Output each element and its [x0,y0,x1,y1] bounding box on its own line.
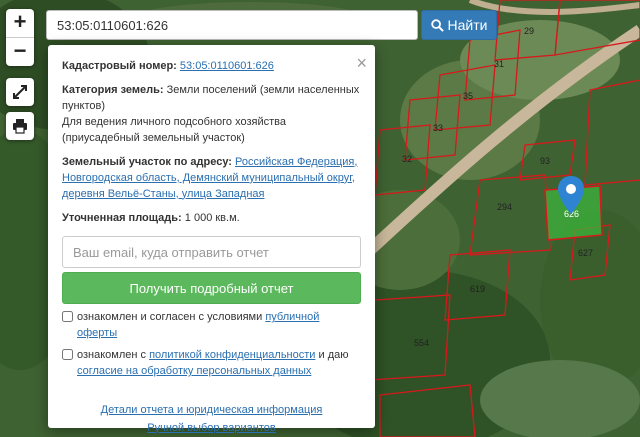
print-button[interactable] [6,112,34,140]
area-label: Уточненная площадь: [62,211,182,224]
usage-value: Для ведения личного подсобного хозяйства… [62,115,286,144]
area-row: Уточненная площадь: 1 000 кв.м. [62,211,361,227]
parcel-label-93: 93 [540,156,550,166]
zoom-in-button[interactable]: + [6,9,34,37]
parcel-label-554: 554 [414,338,429,348]
fullscreen-button[interactable] [6,78,34,106]
category-label: Категория земель: [62,83,164,96]
parcel-label-32: 32 [402,154,412,164]
get-report-button[interactable]: Получить подробный отчет [62,272,361,305]
email-field[interactable] [62,236,361,269]
area-value: 1 000 кв.м. [184,211,240,224]
category-row: Категория земель: Земли поселений (земли… [62,83,361,147]
expand-icon [13,85,27,99]
offer-consent-checkbox[interactable] [62,311,73,323]
offer-consent: ознакомлен и согласен с условиями публич… [62,310,361,342]
privacy-consent: ознакомлен с политикой конфиденциальност… [62,348,361,380]
privacy-consent-text-2: и даю [318,349,349,362]
personal-data-consent-link[interactable]: согласие на обработку персональных данны… [77,365,311,377]
parcel-label-294: 294 [497,202,512,212]
search-icon [430,18,444,32]
find-button-label: Найти [447,17,488,33]
zoom-control: + − [6,9,34,66]
zoom-out-button[interactable]: − [6,37,34,66]
find-button[interactable]: Найти [421,10,497,40]
parcel-label-29: 29 [524,26,534,36]
search-input[interactable] [46,10,418,40]
parcel-label-33: 33 [433,123,443,133]
printer-icon [13,119,27,134]
parcel-info-popup: × Кадастровый номер: 53:05:0110601:626 К… [48,45,375,434]
privacy-consent-text: ознакомлен с [77,349,147,362]
footer-links: Детали отчета и юридическая информация Р… [62,402,361,437]
offer-consent-text: ознакомлен и согласен с условиями [77,311,263,324]
report-details-link[interactable]: Детали отчета и юридическая информация [101,404,323,416]
privacy-consent-checkbox[interactable] [62,349,73,361]
manual-selection-link[interactable]: Ручной выбор вариантов [147,422,275,434]
map-marker-icon[interactable] [558,176,584,219]
parcel-label-35: 35 [463,91,473,101]
address-label: Земельный участок по адресу: [62,155,232,168]
close-icon[interactable]: × [356,50,367,76]
parcel-label-31: 31 [494,59,504,69]
cadastral-row: Кадастровый номер: 53:05:0110601:626 [62,59,361,75]
parcel-label-627: 627 [578,248,593,258]
parcel-label-619: 619 [470,284,485,294]
address-row: Земельный участок по адресу: Российская … [62,155,361,203]
cadastral-link[interactable]: 53:05:0110601:626 [180,60,274,72]
privacy-policy-link[interactable]: политикой конфиденциальности [149,349,315,361]
cadastral-label: Кадастровый номер: [62,60,177,72]
